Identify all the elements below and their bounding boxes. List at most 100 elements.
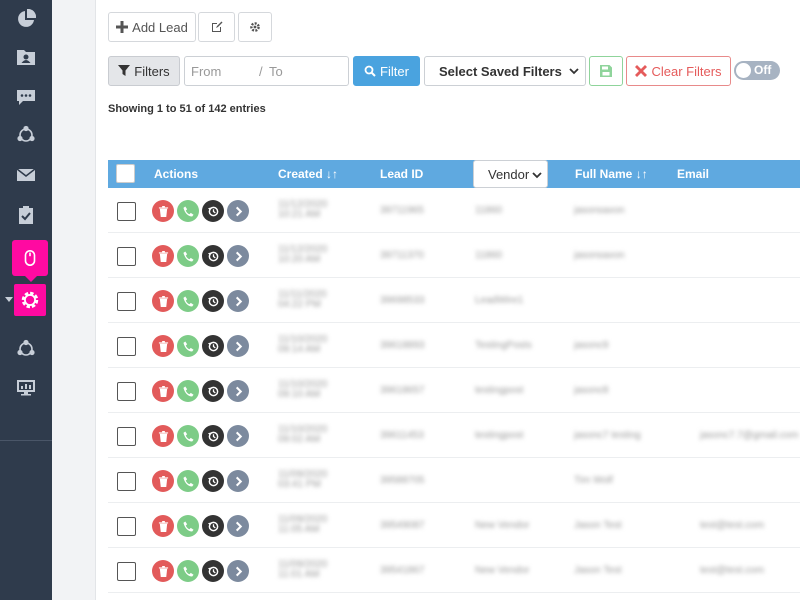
edit-button[interactable] (198, 12, 235, 42)
delete-icon[interactable] (152, 245, 174, 267)
table-row[interactable]: 11/10/2020 09:10 AM 39618657 testingpost ja… (108, 368, 800, 413)
chevron-right-icon[interactable] (227, 335, 249, 357)
delete-icon[interactable] (152, 515, 174, 537)
saved-filters-select[interactable]: Select Saved Filters (424, 56, 586, 86)
date-range-input[interactable]: From / To (184, 56, 349, 86)
mail-icon[interactable] (13, 162, 39, 188)
phone-icon[interactable] (177, 470, 199, 492)
row-checkbox[interactable] (117, 337, 136, 356)
delete-icon[interactable] (152, 560, 174, 582)
history-icon[interactable] (202, 515, 224, 537)
filters-toggle-button[interactable]: Filters (108, 56, 180, 86)
chevron-right-icon[interactable] (227, 470, 249, 492)
phone-icon[interactable] (177, 515, 199, 537)
delete-icon[interactable] (152, 380, 174, 402)
row-checkbox[interactable] (117, 427, 136, 446)
share-nodes-icon[interactable] (13, 122, 39, 148)
funnel-icon (118, 65, 131, 76)
filter-button[interactable]: Filter (353, 56, 420, 86)
history-icon[interactable] (202, 245, 224, 267)
phone-icon[interactable] (177, 290, 199, 312)
add-lead-button[interactable]: Add Lead (108, 12, 196, 42)
table-row[interactable]: 11/09/2020 11:01 AM 39541867 New Vendor Jas… (108, 548, 800, 593)
close-icon (635, 65, 648, 77)
row-checkbox[interactable] (117, 202, 136, 221)
chevron-right-icon[interactable] (227, 560, 249, 582)
header-email: Email (677, 167, 710, 181)
monitor-chart-icon[interactable] (13, 374, 39, 400)
from-placeholder[interactable]: From (191, 64, 221, 79)
row-checkbox[interactable] (117, 292, 136, 311)
chat-icon[interactable] (13, 84, 39, 110)
chevron-right-icon[interactable] (227, 245, 249, 267)
edit-icon (211, 21, 222, 32)
chevron-right-icon[interactable] (227, 290, 249, 312)
phone-icon[interactable] (177, 245, 199, 267)
row-checkbox[interactable] (117, 247, 136, 266)
history-icon[interactable] (202, 290, 224, 312)
delete-icon[interactable] (152, 200, 174, 222)
toggle-knob (736, 63, 751, 78)
cell-lead-id: 39711370 (380, 250, 424, 261)
cell-email: test@test.com (700, 520, 765, 531)
delete-icon[interactable] (152, 425, 174, 447)
gear-icon[interactable] (14, 284, 46, 316)
mouse-icon[interactable] (12, 240, 48, 282)
clipboard-check-icon[interactable] (13, 202, 39, 228)
history-icon[interactable] (202, 335, 224, 357)
expand-caret-icon[interactable] (5, 297, 13, 302)
table-row[interactable]: 11/10/2020 09:14 AM 39618893 TestingPosts j… (108, 323, 800, 368)
vendor-filter-select[interactable]: Vendor (473, 160, 548, 188)
cell-created: 11/09/2020 11:01 AM (278, 559, 328, 580)
contacts-folder-icon[interactable] (13, 44, 39, 70)
delete-icon[interactable] (152, 290, 174, 312)
table-row[interactable]: 11/10/2020 09:02 AM 39611453 testingpost ja… (108, 413, 800, 458)
save-filter-button[interactable] (589, 56, 623, 86)
table-row[interactable]: 11/11/2020 04:22 PM 39698533 LeadWire1 (108, 278, 800, 323)
row-checkbox[interactable] (117, 562, 136, 581)
sort-icon[interactable]: ↓↑ (636, 167, 648, 181)
phone-icon[interactable] (177, 425, 199, 447)
table-row[interactable]: 11/12/2020 10:20 AM 39711370 11860 jasonsax… (108, 233, 800, 278)
phone-icon[interactable] (177, 560, 199, 582)
table-header: Actions Created ↓↑ Lead ID Full Name ↓↑ … (108, 160, 800, 188)
filter-toggle[interactable]: Off (734, 61, 780, 80)
cell-lead-id: 39588705 (380, 475, 425, 486)
header-created-label: Created (278, 167, 323, 181)
chevron-right-icon[interactable] (227, 380, 249, 402)
table-row[interactable]: 11/09/2020 11:05 AM 39549087 New Vendor Jas… (108, 503, 800, 548)
phone-icon[interactable] (177, 380, 199, 402)
to-placeholder[interactable]: To (269, 64, 283, 79)
delete-icon[interactable] (152, 470, 174, 492)
delete-icon[interactable] (152, 335, 174, 357)
history-icon[interactable] (202, 425, 224, 447)
toggle-label: Off (754, 63, 772, 77)
table-row[interactable]: 11/12/2020 10:21 AM 39711965 11860 jasonsax… (108, 188, 800, 233)
row-checkbox[interactable] (117, 382, 136, 401)
phone-icon[interactable] (177, 200, 199, 222)
header-created[interactable]: Created ↓↑ (278, 167, 338, 181)
chevron-right-icon[interactable] (227, 200, 249, 222)
history-icon[interactable] (202, 470, 224, 492)
header-full-name[interactable]: Full Name ↓↑ (575, 167, 648, 181)
cell-vendor: 11860 (475, 250, 503, 261)
history-icon[interactable] (202, 560, 224, 582)
history-icon[interactable] (202, 200, 224, 222)
cell-created: 11/12/2020 10:21 AM (278, 199, 328, 220)
header-full-name-label: Full Name (575, 167, 633, 181)
clear-filters-button[interactable]: Clear Filters (626, 56, 731, 86)
phone-icon[interactable] (177, 335, 199, 357)
row-checkbox[interactable] (117, 517, 136, 536)
settings-button[interactable] (238, 12, 272, 42)
share-nodes-icon[interactable] (13, 336, 39, 362)
select-all-checkbox[interactable] (116, 164, 135, 183)
cell-full-name: Jason Test (574, 565, 622, 576)
cell-full-name: jasonsaxon (574, 250, 625, 261)
chevron-right-icon[interactable] (227, 425, 249, 447)
chevron-right-icon[interactable] (227, 515, 249, 537)
row-checkbox[interactable] (117, 472, 136, 491)
pie-chart-icon[interactable] (13, 6, 39, 32)
sort-icon[interactable]: ↓↑ (326, 167, 338, 181)
table-row[interactable]: 11/09/2020 03:41 PM 39588705 Tim Wolf (108, 458, 800, 503)
history-icon[interactable] (202, 380, 224, 402)
